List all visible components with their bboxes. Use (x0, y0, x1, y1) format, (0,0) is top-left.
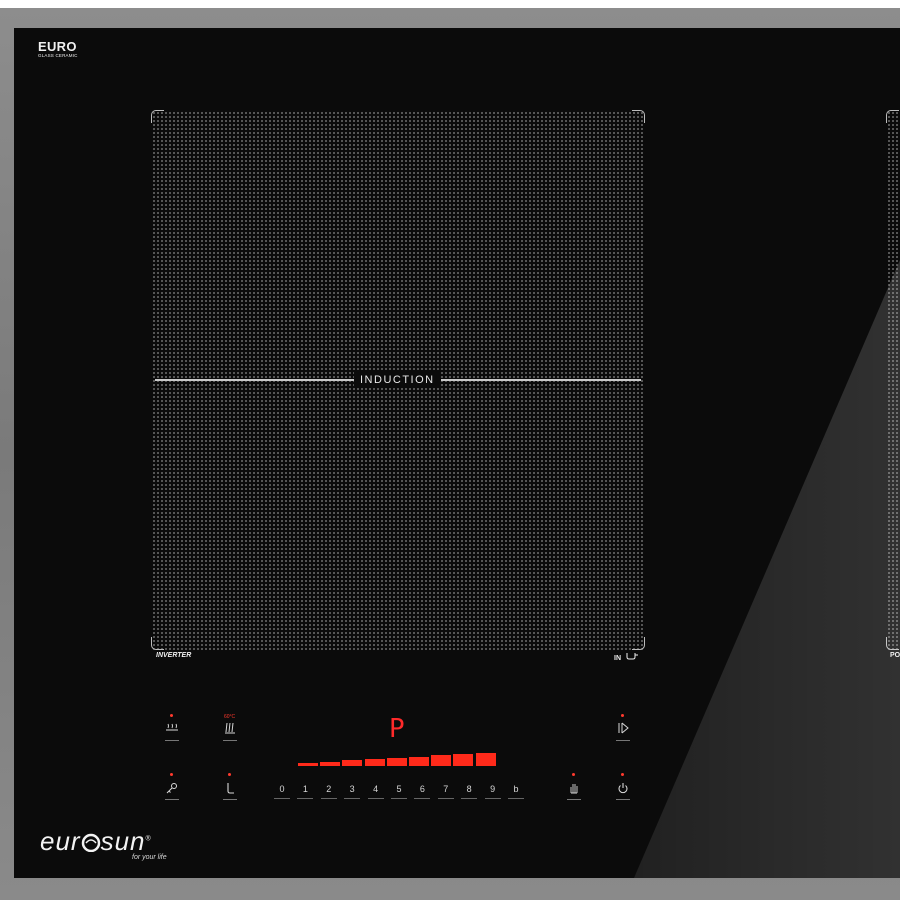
control-underline (223, 740, 237, 741)
logo-tagline: for your life (132, 854, 167, 861)
logo-text-start: eur (40, 826, 81, 856)
pan-icon (626, 653, 638, 662)
zone-corner-mark (151, 637, 164, 650)
timer-icon[interactable] (222, 782, 238, 798)
registered-mark: ® (145, 835, 152, 843)
power-bar-segment (431, 755, 452, 766)
power-level-8[interactable]: 8 (459, 784, 479, 799)
control-underline (165, 740, 179, 741)
power-level-underline (297, 798, 314, 799)
power-bar-segment (364, 759, 385, 766)
boost-icon[interactable] (615, 722, 631, 738)
power-bar-segment (453, 753, 474, 766)
power-level-1[interactable]: 1 (295, 784, 315, 799)
induction-label: INDUCTION (354, 372, 441, 388)
in-label: IN (614, 652, 638, 662)
power-level-underline (367, 798, 384, 799)
power-level-7[interactable]: 7 (436, 784, 456, 799)
zone-corner-mark (151, 110, 164, 123)
power-level-underline (414, 798, 431, 799)
power-bar-segment (386, 757, 407, 766)
zone-corner-mark (632, 110, 645, 123)
control-underline (567, 799, 581, 800)
logo-o-mark (81, 830, 101, 853)
power-level-9[interactable]: 9 (483, 784, 503, 799)
zone-corner-mark (632, 637, 645, 650)
right-zone-label: PO (890, 652, 900, 659)
brand-title: EURO (38, 39, 77, 54)
cooking-zone-right (886, 110, 900, 650)
power-level-5[interactable]: 5 (389, 784, 409, 799)
control-underline (165, 799, 179, 800)
brand-subtitle: GLASS CERAMIC (38, 53, 78, 58)
lock-key-icon[interactable] (164, 782, 180, 798)
power-level-underline (274, 798, 290, 799)
power-level-b[interactable]: b (506, 784, 526, 799)
power-level-4[interactable]: 4 (366, 784, 386, 799)
hand-icon[interactable] (566, 782, 582, 798)
power-level-underline (344, 798, 361, 799)
in-label-text: IN (614, 655, 621, 662)
indicator-led (170, 714, 173, 717)
control-underline (616, 740, 630, 741)
control-underline (223, 799, 237, 800)
power-level-6[interactable]: 6 (412, 784, 432, 799)
logo-text-end: sun (100, 826, 146, 856)
temperature-badge: 60°C (224, 714, 236, 720)
indicator-led (621, 773, 624, 776)
power-level-underline (508, 798, 524, 799)
glass-surface: EURO GLASS CERAMIC INDUCTION INVERTER IN… (14, 28, 900, 878)
power-level-2[interactable]: 2 (319, 784, 339, 799)
indicator-led (572, 773, 575, 776)
indicator-led (621, 714, 624, 717)
mode-display: P (389, 714, 405, 744)
indicator-led (228, 773, 231, 776)
power-bar-segment (409, 756, 429, 766)
power-bar-segment (320, 761, 341, 766)
eurosun-logo: eur sun® (40, 828, 152, 854)
power-level-underline (437, 798, 454, 799)
power-level-3[interactable]: 3 (342, 784, 362, 799)
power-level-underline (391, 798, 407, 799)
power-bar-segment (342, 760, 363, 766)
inverter-label: INVERTER (156, 652, 192, 659)
power-icon[interactable] (615, 782, 631, 798)
power-level-underline (320, 798, 337, 799)
power-level-0[interactable]: 0 (272, 784, 292, 799)
power-bar-segment (298, 763, 318, 766)
brand-label: EURO GLASS CERAMIC (38, 40, 78, 59)
indicator-led (170, 773, 173, 776)
zone-corner-mark (886, 110, 899, 123)
control-underline (616, 799, 630, 800)
cooking-zone-left: INDUCTION (151, 110, 645, 650)
power-level-underline (484, 798, 501, 799)
power-bar-segment (475, 752, 496, 766)
steam-icon[interactable] (164, 722, 180, 738)
zone-corner-mark (886, 637, 899, 650)
power-level-underline (461, 798, 478, 799)
temperature-icon[interactable] (222, 722, 238, 738)
